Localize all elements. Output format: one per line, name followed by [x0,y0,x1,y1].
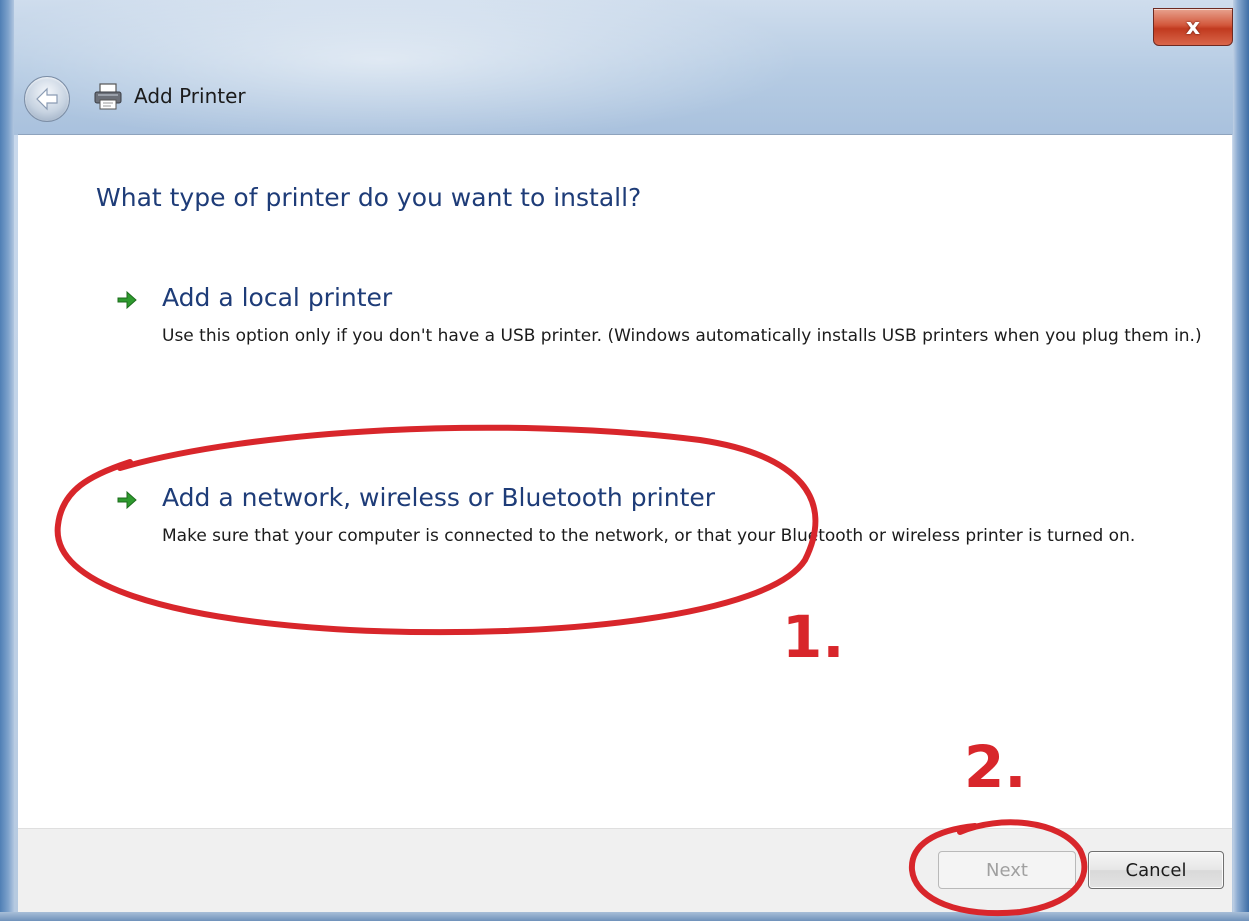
option-title: Add a local printer [162,283,393,312]
cancel-button[interactable]: Cancel [1088,851,1224,889]
annotation-step-2: 2. [964,733,1027,801]
close-icon: x [1185,14,1201,40]
window-frame-bottom [0,912,1249,921]
back-button[interactable] [24,76,70,122]
add-printer-window: x Add Printer What type of printer do yo… [0,0,1249,921]
window-frame-right [1233,0,1249,921]
option-description: Use this option only if you don't have a… [162,326,1202,346]
close-button[interactable]: x [1153,8,1233,46]
green-arrow-icon [117,290,137,310]
wizard-footer: Next Cancel [18,828,1232,913]
wizard-content: What type of printer do you want to inst… [18,134,1232,829]
title-bar [0,0,1249,135]
back-arrow-icon [36,87,58,111]
green-arrow-icon [117,490,137,510]
next-button[interactable]: Next [938,851,1076,889]
option-title: Add a network, wireless or Bluetooth pri… [162,483,716,512]
page-heading: What type of printer do you want to inst… [96,183,642,212]
window-frame-left [0,0,14,921]
window-title: Add Printer [134,84,246,108]
option-description: Make sure that your computer is connecte… [162,526,1136,546]
printer-icon [94,83,122,110]
annotation-step-1: 1. [782,603,845,671]
